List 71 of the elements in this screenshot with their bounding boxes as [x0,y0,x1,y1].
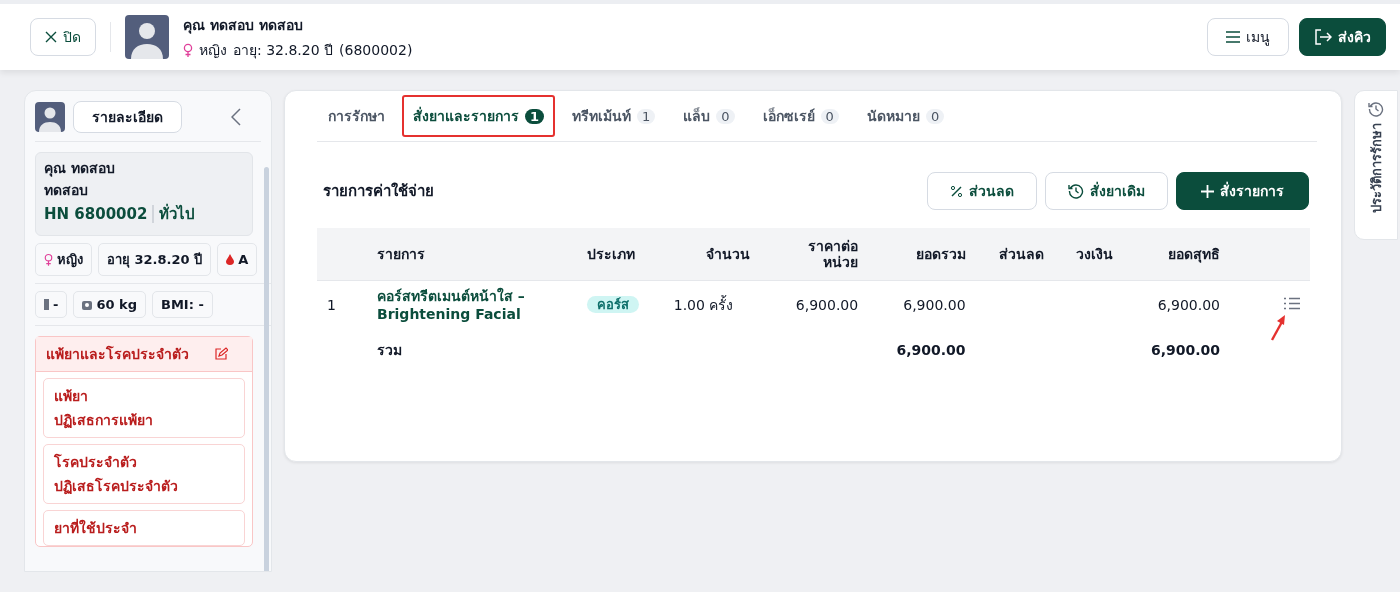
tab[interactable]: ทรีทเม้นท์ 1 [561,95,667,137]
type-tag: คอร์ส [587,296,639,313]
allergy-card-title: โรคประจำตัว [54,452,138,472]
menu-icon [1226,31,1240,43]
send-queue-button[interactable]: ส่งคิว [1299,18,1386,56]
tab[interactable]: แล็บ 0 [672,95,746,137]
avatar-silhouette [125,15,169,59]
sum-total: 6,900.00 [895,340,967,360]
edit-icon[interactable] [214,347,228,361]
sum-net: 6,900.00 [1149,340,1221,360]
list-icon[interactable] [1284,296,1300,310]
total-cell: 6,900.00 [868,280,976,329]
close-icon [45,31,57,43]
info-chip: A [217,243,258,276]
info-chip: อายุ 32.8.20 ปี [98,243,212,276]
patient-name: คุณ ทดสอบ ทดสอบ [183,15,304,36]
percent-icon [950,184,963,198]
column-header: ยอดสุทธิ [1122,228,1230,280]
allergy-card-value: ปฏิเสธการแพ้ยา [54,411,154,431]
row-number: 1 [317,280,367,329]
history-icon [1368,101,1384,117]
section-title: รายการค่าใช้จ่าย [323,181,434,202]
allergy-title: แพ้ยาและโรคประจำตัว [46,344,189,364]
tab[interactable]: สั่งยาและรายการ 1 [402,95,556,137]
chevron-left-icon[interactable] [231,108,241,126]
allergy-card-title: ยาที่ใช้ประจำ [54,517,138,538]
column-header: วงเงิน [1053,228,1123,280]
item-name[interactable]: คอร์สทรีตเมนต์หน้าใส – Brightening Facial [367,280,577,329]
quantity-cell: 1.00 ครั้ง [663,280,760,329]
column-header: ยอดรวม [868,228,976,280]
column-header: ประเภท [577,228,664,280]
tab[interactable]: การรักษา [317,95,396,137]
patient-gender: หญิง [199,40,227,60]
column-header: รายการ [367,228,577,280]
info-chip: หญิง [35,243,92,276]
history-side-tab[interactable]: ประวัติการรักษา [1354,90,1398,240]
hn-number: HN 6800002 [44,204,148,225]
tab[interactable]: เอ็กซเรย์ 0 [751,95,850,137]
history-button[interactable]: สั่งยาเดิม [1045,172,1168,210]
female-icon [44,253,53,266]
patient-name: คุณ ทดสอบ [44,159,116,179]
history-icon [1068,183,1084,199]
ruler-icon [44,299,49,310]
blood-drop-icon [226,254,235,265]
details-button[interactable]: รายละเอียด [73,101,182,133]
unit-price-cell: 6,900.00 [759,280,869,329]
vital-chip: BMI: - [152,291,213,318]
patient-name: ทดสอบ [44,181,89,200]
sum-label: รวม [376,340,403,360]
scrollbar[interactable] [264,167,269,571]
column-header: จำนวน [663,228,760,280]
allergy-card-title: แพ้ยา [54,387,89,406]
menu-button[interactable]: เมนู [1207,18,1289,56]
vital-chip: - [35,291,68,318]
exit-icon [1314,29,1332,45]
discount-button[interactable]: ส่วนลด [927,172,1037,210]
add-button[interactable]: สั่งรายการ [1176,172,1309,210]
allergy-card-value: ปฏิเสธโรคประจำตัว [54,476,179,497]
net-cell: 6,900.00 [1122,280,1230,329]
column-header: ส่วนลด [975,228,1054,280]
scale-icon [82,299,93,310]
close-button[interactable]: ปิด [30,18,96,56]
patient-age: อายุ: 32.8.20 ปี [233,40,334,61]
plus-icon [1201,184,1214,198]
female-icon [183,42,193,57]
vital-chip: 60 kg [73,291,146,318]
column-header: ราคาต่อหน่วย [759,228,869,280]
avatar-silhouette [35,102,65,132]
patient-id: (6800002) [339,41,413,58]
tab[interactable]: นัดหมาย 0 [855,95,956,137]
patient-category: ทั่วไป [159,202,196,225]
